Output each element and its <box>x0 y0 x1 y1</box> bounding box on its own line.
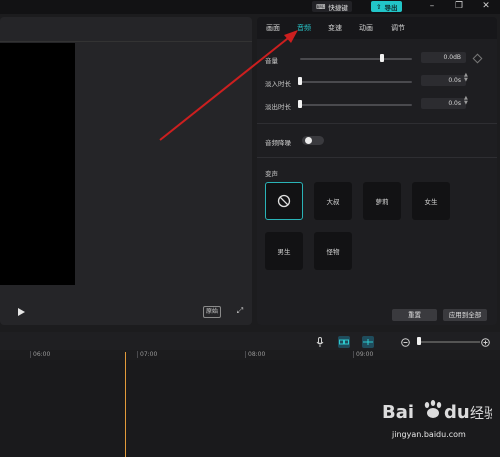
ruler-tick-label: 09:00 <box>356 351 374 358</box>
volume-slider-thumb[interactable] <box>380 54 384 62</box>
noise-reduction-label: 音频降噪 <box>265 139 291 147</box>
ruler-tick-label: 06:00 <box>33 351 51 358</box>
voice-card-uncle[interactable]: 大叔 <box>314 182 352 220</box>
snap-icon[interactable] <box>362 336 374 348</box>
voice-card-loli[interactable]: 萝莉 <box>363 182 401 220</box>
toggle-knob <box>305 137 312 144</box>
video-canvas[interactable] <box>0 43 75 285</box>
tab-animation[interactable]: 动画 <box>359 23 373 33</box>
voice-card-monster[interactable]: 怪物 <box>314 232 352 270</box>
close-icon[interactable]: ✕ <box>479 1 493 12</box>
section-divider <box>257 157 497 158</box>
zoom-in-icon[interactable] <box>479 336 491 348</box>
fade-in-label: 淡入时长 <box>265 80 291 88</box>
fade-in-slider-track[interactable] <box>300 81 412 83</box>
svg-text:Bai: Bai <box>382 402 414 423</box>
apply-all-button[interactable]: 应用到全部 <box>443 309 487 321</box>
voice-card-male[interactable]: 男生 <box>265 232 303 270</box>
section-divider <box>257 123 497 124</box>
voice-none-card[interactable] <box>265 182 303 220</box>
ruler-tick <box>245 351 246 358</box>
zoom-slider-track[interactable] <box>418 341 480 343</box>
volume-slider-track[interactable] <box>300 58 412 60</box>
ruler-tick-label: 08:00 <box>248 351 266 358</box>
tab-speed[interactable]: 变速 <box>328 23 342 33</box>
svg-text:经验: 经验 <box>470 406 492 422</box>
fullscreen-icon[interactable]: ⤢ <box>235 306 245 316</box>
voice-changer-title: 变声 <box>265 170 278 178</box>
microphone-icon[interactable] <box>314 336 326 348</box>
zoom-out-icon[interactable] <box>399 336 411 348</box>
ruler-tick <box>353 351 354 358</box>
reset-button[interactable]: 重置 <box>392 309 437 321</box>
fade-out-value-field[interactable]: 0.0s <box>421 98 466 109</box>
tab-adjust[interactable]: 调节 <box>391 23 405 33</box>
volume-label: 音量 <box>265 57 278 65</box>
no-effect-icon <box>277 194 291 208</box>
shortcut-label: 快捷键 <box>328 3 348 12</box>
volume-value-field[interactable]: 0.0dB <box>421 52 466 63</box>
upload-icon: ⇧ <box>376 2 382 11</box>
ruler-tick <box>30 351 31 358</box>
tab-audio[interactable]: 音频 <box>297 23 311 33</box>
fade-in-value-field[interactable]: 0.0s <box>421 75 466 86</box>
fade-in-slider-thumb[interactable] <box>298 77 302 85</box>
link-clips-icon[interactable] <box>338 336 350 348</box>
player-header <box>0 17 252 42</box>
tab-canvas[interactable]: 画面 <box>266 23 280 33</box>
ruler-tick-label: 07:00 <box>140 351 158 358</box>
svg-text:du: du <box>444 402 470 423</box>
zoom-slider-thumb[interactable] <box>417 337 421 345</box>
export-button[interactable]: ⇧ 导出 <box>371 1 403 12</box>
minimize-icon[interactable]: – <box>425 1 439 12</box>
ratio-button[interactable]: 原始 <box>203 306 222 318</box>
play-icon[interactable] <box>16 307 26 317</box>
baidu-watermark-logo: Bai du 经验 <box>382 400 492 423</box>
export-label: 导出 <box>384 3 398 12</box>
fade-in-stepper[interactable]: ▲ ▼ <box>464 73 468 83</box>
inspector-panel <box>257 17 497 325</box>
fade-out-label: 淡出时长 <box>265 103 291 111</box>
inspector-tabs <box>257 17 497 39</box>
fade-out-slider-track[interactable] <box>300 104 412 106</box>
ruler-tick <box>137 351 138 358</box>
keyboard-icon: ⌨ <box>316 2 326 11</box>
fade-out-slider-thumb[interactable] <box>298 100 302 108</box>
playhead[interactable] <box>125 352 126 457</box>
fade-out-stepper[interactable]: ▲ ▼ <box>464 96 468 106</box>
shortcut-button[interactable]: ⌨ 快捷键 <box>312 1 352 12</box>
voice-card-female[interactable]: 女生 <box>412 182 450 220</box>
watermark-url: jingyan.baidu.com <box>392 430 466 439</box>
restore-icon[interactable]: ❐ <box>452 1 466 12</box>
